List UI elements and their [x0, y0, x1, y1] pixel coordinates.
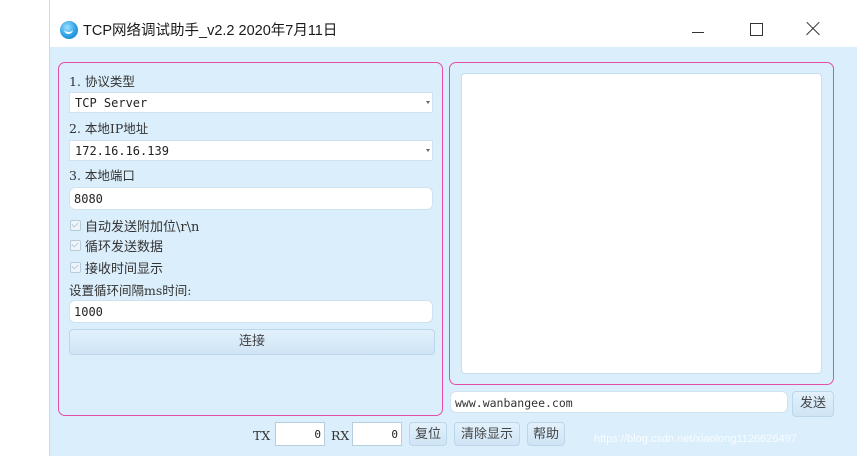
- watermark: https://blog.csdn.net/xiaolong1126626497: [594, 433, 797, 445]
- interval-label: 设置循环间隔ms时间:: [69, 283, 192, 298]
- send-input[interactable]: www.wanbangee.com: [450, 391, 788, 413]
- interval-input[interactable]: 1000: [69, 300, 433, 323]
- tx-counter: 0: [275, 422, 325, 446]
- rx-label: RX: [331, 428, 350, 443]
- ip-select[interactable]: 172.16.16.139: [69, 140, 433, 161]
- receive-time-option[interactable]: 接收时间显示: [70, 258, 163, 277]
- window-title: TCP网络调试助手_v2.2 2020年7月11日: [83, 23, 338, 39]
- receive-panel: [449, 62, 834, 385]
- connect-button[interactable]: 连接: [69, 329, 435, 355]
- loop-send-option[interactable]: 循环发送数据: [70, 236, 163, 255]
- close-button[interactable]: [790, 12, 836, 46]
- dropdown-arrow-icon: [426, 149, 430, 152]
- auto-append-label: 自动发送附加位\r\n: [85, 220, 200, 235]
- protocol-select[interactable]: TCP Server: [69, 92, 433, 113]
- receive-time-checkbox[interactable]: [70, 262, 81, 273]
- send-button[interactable]: 发送: [792, 391, 834, 417]
- app-logo-icon: [60, 21, 78, 39]
- help-button[interactable]: 帮助: [527, 422, 565, 446]
- tx-label: TX: [253, 428, 271, 443]
- ip-select-value: 172.16.16.139: [75, 144, 169, 158]
- protocol-label: 1. 协议类型: [69, 74, 135, 89]
- dropdown-arrow-icon: [426, 101, 430, 104]
- port-input[interactable]: 8080: [69, 187, 433, 210]
- close-icon: [806, 22, 820, 36]
- app-window: TCP网络调试助手_v2.2 2020年7月11日 1. 协议类型 TCP Se…: [49, 0, 857, 456]
- reset-button[interactable]: 复位: [409, 422, 447, 446]
- rx-counter: 0: [352, 422, 402, 446]
- receive-time-label: 接收时间显示: [85, 262, 164, 277]
- protocol-select-value: TCP Server: [75, 96, 148, 110]
- settings-panel: 1. 协议类型 TCP Server 2. 本地IP地址 172.16.16.1…: [58, 62, 443, 416]
- receive-display[interactable]: [461, 73, 822, 374]
- title-bar[interactable]: TCP网络调试助手_v2.2 2020年7月11日: [50, 0, 857, 47]
- auto-append-checkbox[interactable]: [70, 220, 81, 231]
- minimize-button[interactable]: [675, 12, 721, 46]
- loop-send-checkbox[interactable]: [70, 240, 81, 251]
- auto-append-option[interactable]: 自动发送附加位\r\n: [70, 216, 199, 235]
- loop-send-label: 循环发送数据: [85, 240, 164, 255]
- minimize-icon: [692, 31, 704, 33]
- maximize-icon: [749, 22, 763, 36]
- ip-label: 2. 本地IP地址: [69, 121, 149, 136]
- clear-display-button[interactable]: 清除显示: [454, 422, 520, 446]
- port-label: 3. 本地端口: [69, 168, 135, 183]
- maximize-button[interactable]: [733, 12, 779, 46]
